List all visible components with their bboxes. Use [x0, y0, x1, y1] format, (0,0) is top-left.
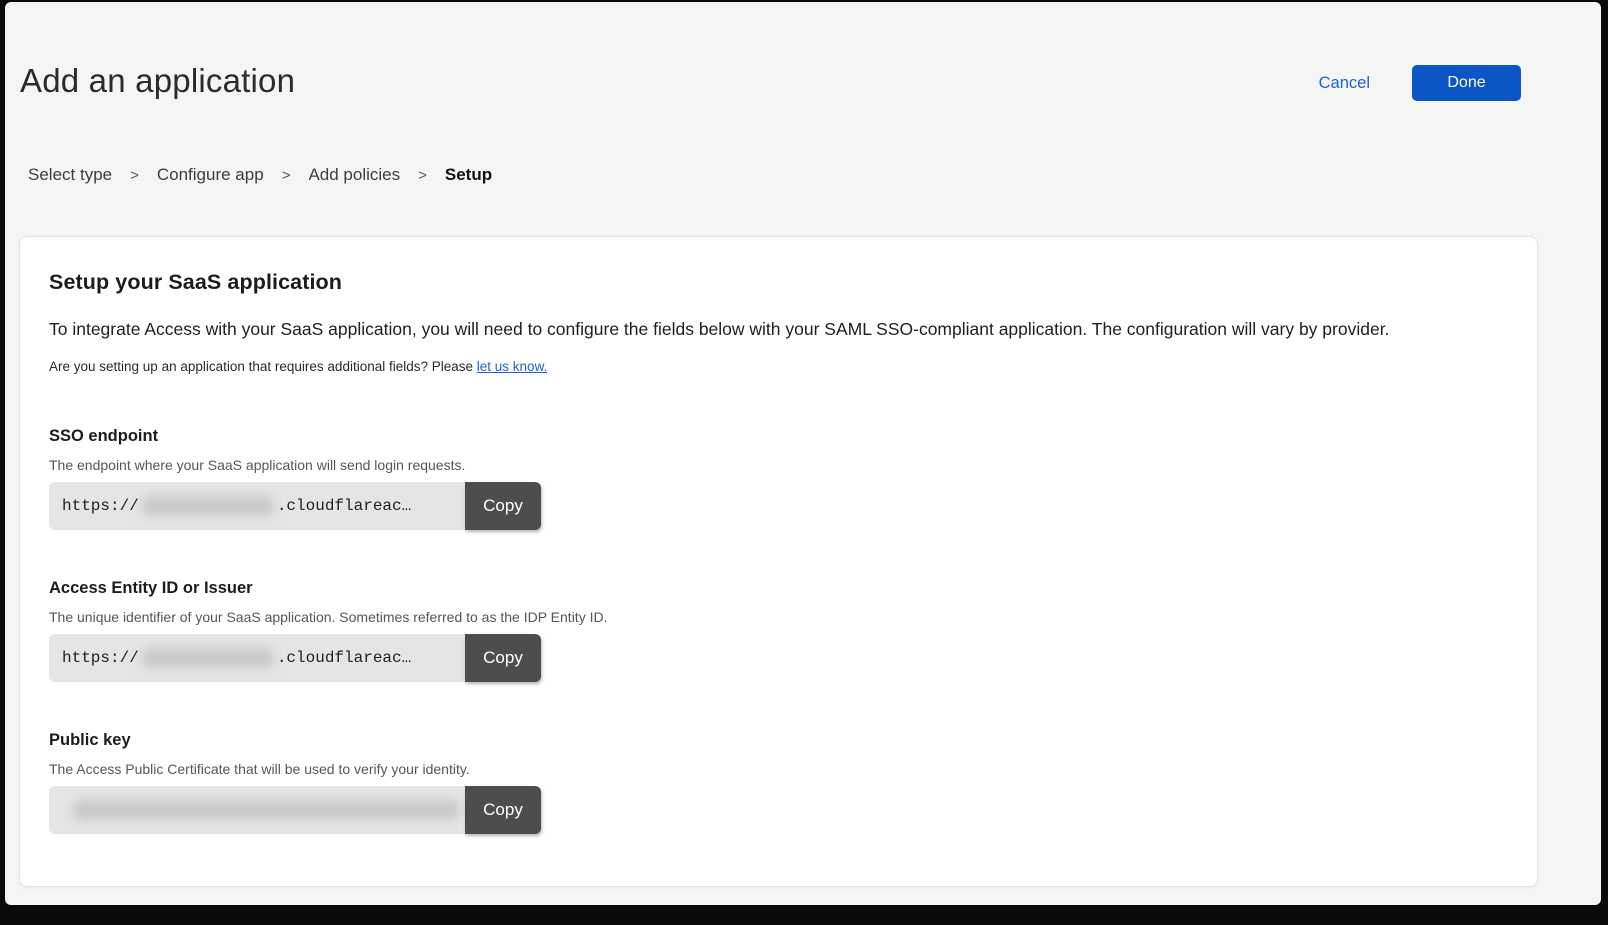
public-key-value-row: Copy — [49, 786, 541, 834]
let-us-know-link[interactable]: let us know. — [477, 359, 548, 374]
field-label: SSO endpoint — [49, 427, 1509, 446]
card-note: Are you setting up an application that r… — [49, 359, 1509, 374]
value-prefix: https:// — [62, 497, 139, 515]
copy-access-entity-id-button[interactable]: Copy — [465, 634, 541, 682]
breadcrumb-step-select-type[interactable]: Select type — [28, 165, 112, 185]
breadcrumb-separator: > — [418, 167, 427, 184]
field-description: The endpoint where your SaaS application… — [49, 457, 1509, 473]
header-actions: Cancel Done — [1319, 65, 1521, 101]
page-title: Add an application — [20, 60, 295, 101]
redacted-value-blur — [142, 496, 274, 516]
field-public-key: Public key The Access Public Certificate… — [49, 731, 1509, 834]
breadcrumb-step-add-policies[interactable]: Add policies — [308, 165, 400, 185]
setup-card: Setup your SaaS application To integrate… — [19, 236, 1538, 887]
breadcrumb-separator: > — [130, 167, 139, 184]
field-label: Public key — [49, 731, 1509, 750]
field-sso-endpoint: SSO endpoint The endpoint where your Saa… — [49, 427, 1509, 530]
copy-public-key-button[interactable]: Copy — [465, 786, 541, 834]
done-button[interactable]: Done — [1412, 65, 1521, 101]
public-key-value — [49, 786, 465, 834]
add-application-page: Add an application Cancel Done Select ty… — [5, 2, 1601, 905]
field-access-entity-id: Access Entity ID or Issuer The unique id… — [49, 579, 1509, 682]
card-intro-text: To integrate Access with your SaaS appli… — [49, 318, 1509, 341]
sso-endpoint-value-row: https:// .cloudflareac… Copy — [49, 482, 541, 530]
sso-endpoint-value: https:// .cloudflareac… — [49, 482, 465, 530]
access-entity-id-value-row: https:// .cloudflareac… Copy — [49, 634, 541, 682]
field-description: The unique identifier of your SaaS appli… — [49, 609, 1509, 625]
redacted-value-blur — [72, 800, 460, 820]
breadcrumb-step-setup: Setup — [445, 165, 492, 185]
value-suffix: .cloudflareac… — [277, 649, 411, 667]
redacted-value-blur — [142, 648, 274, 668]
breadcrumb-step-configure-app[interactable]: Configure app — [157, 165, 264, 185]
field-label: Access Entity ID or Issuer — [49, 579, 1509, 598]
breadcrumb-separator: > — [282, 167, 291, 184]
card-note-text: Are you setting up an application that r… — [49, 359, 477, 374]
copy-sso-endpoint-button[interactable]: Copy — [465, 482, 541, 530]
card-title: Setup your SaaS application — [49, 270, 1509, 295]
field-description: The Access Public Certificate that will … — [49, 761, 1509, 777]
value-suffix: .cloudflareac… — [277, 497, 411, 515]
breadcrumb: Select type > Configure app > Add polici… — [28, 165, 1601, 185]
value-prefix: https:// — [62, 649, 139, 667]
access-entity-id-value: https:// .cloudflareac… — [49, 634, 465, 682]
page-header: Add an application Cancel Done — [5, 2, 1601, 101]
cancel-button[interactable]: Cancel — [1319, 74, 1370, 93]
